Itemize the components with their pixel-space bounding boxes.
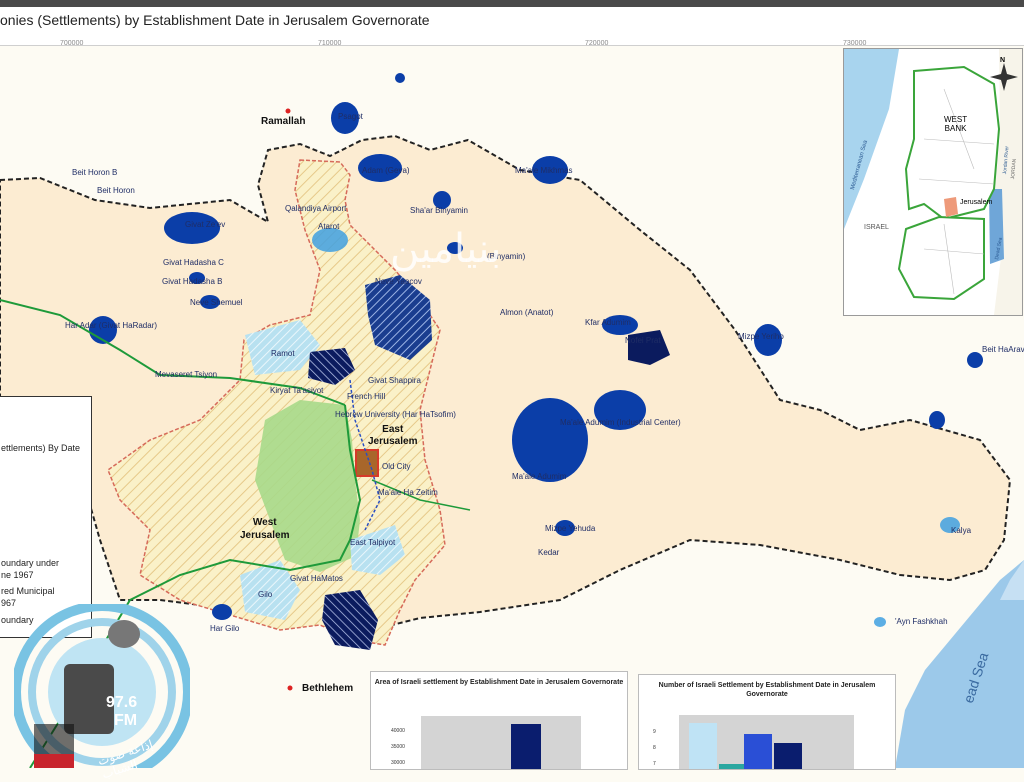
- legend-line: ne 1967: [1, 570, 34, 580]
- logo-frequency: 97.6: [106, 694, 138, 711]
- place-label: Neve Shemuel: [190, 298, 243, 307]
- chart-bar: [689, 723, 717, 769]
- chart-bar: [744, 733, 772, 769]
- place-label: Kfar Adumim: [585, 318, 631, 327]
- place-label: Beit Horon B: [72, 168, 118, 177]
- place-label: Qalandiya Airport: [285, 204, 347, 213]
- inset-jerusalem-label: Jerusalem: [960, 199, 993, 206]
- city-west-jerusalem: West Jerusalem: [240, 517, 290, 541]
- legend-line: oundary under: [1, 558, 60, 568]
- inset-west-bank-label: WEST BANK: [944, 115, 968, 133]
- place-label: 'Ayn Fashkhah: [895, 617, 948, 626]
- place-label: Ramot: [271, 349, 295, 358]
- chart-bar: [511, 724, 541, 769]
- place-label: Almon (Anatot): [500, 308, 554, 317]
- place-label: Kedar: [538, 548, 560, 557]
- chart-bar: [774, 742, 802, 769]
- window-top-strip: [0, 0, 1024, 7]
- y-tick-label: 40000: [391, 728, 405, 734]
- place-label: Mizpe Yeriho: [738, 332, 784, 341]
- place-label: Givat Ze'ev: [185, 220, 226, 229]
- place-label: Sha'ar Binyamin: [410, 206, 468, 215]
- place-label: Gilo: [258, 590, 273, 599]
- y-tick-label: 30000: [391, 760, 405, 766]
- place-label: Adam (Geva): [362, 166, 410, 175]
- chart-bar: [719, 764, 747, 769]
- y-tick-label: 7: [653, 761, 656, 767]
- y-tick-label: 8: [653, 745, 656, 751]
- place-label: Beit HaArava: [982, 345, 1024, 354]
- inset-map: WEST BANK Jerusalem ISRAEL Mediterranean…: [843, 48, 1023, 316]
- place-label: Beit Horon: [97, 186, 135, 195]
- place-label: Psagot: [338, 112, 363, 121]
- inset-israel-label: ISRAEL: [864, 224, 889, 231]
- chart-title: Number of Israeli Settlement by Establis…: [658, 682, 876, 698]
- city-bethlehem: Bethlehem: [302, 683, 354, 694]
- legend-line: red Municipal: [1, 586, 55, 596]
- place-label: Ma'ale Adumim (Industrial Center): [560, 418, 681, 427]
- area-chart: Area of Israeli settlement by Establishm…: [370, 671, 628, 770]
- place-label: Mevaseret Tsiyon: [155, 370, 218, 379]
- north-arrow-icon: N: [1000, 57, 1006, 64]
- place-label: Hebrew University (Har HaTsofim): [335, 410, 456, 419]
- y-tick-label: 35000: [391, 744, 405, 750]
- logo-band: FM: [114, 712, 138, 729]
- title-bar: onies (Settlements) by Establishment Dat…: [0, 7, 1024, 47]
- y-tick-label: 9: [653, 729, 656, 735]
- place-label: Har Adar (Givat HaRadar): [65, 321, 158, 330]
- place-label: Har Gilo: [210, 624, 240, 633]
- chart-plot-area: [421, 716, 581, 769]
- city-ramallah: Ramallah: [261, 116, 306, 127]
- place-label: Givat Shappira: [368, 376, 421, 385]
- place-label: Ma'ale Mikhmas: [515, 166, 573, 175]
- place-label: Ma'ale Ha Zeitim: [378, 488, 438, 497]
- radio-logo: 97.6 FM إذاعة صوت الشباب: [11, 601, 193, 782]
- place-label: Givat HaMatos: [290, 574, 343, 583]
- place-label: Kiryat Ta'asiyot: [270, 386, 324, 395]
- watermark-text: بنيامين: [390, 226, 502, 272]
- chart-title: Area of Israeli settlement by Establishm…: [374, 679, 624, 686]
- place-label: Mizpe Yehuda: [545, 524, 596, 533]
- city-east-jerusalem: East Jerusalem: [368, 424, 418, 447]
- count-chart: Number of Israeli Settlement by Establis…: [638, 674, 896, 770]
- legend-line: ettlements) By Date: [1, 443, 81, 453]
- place-label: Kalya: [951, 526, 972, 535]
- place-label: Atarot: [318, 222, 340, 231]
- place-label: Givat Hadasha B: [162, 277, 223, 286]
- legend-box: ettlements) By Date oundary under ne 196…: [0, 396, 92, 638]
- map-title: onies (Settlements) by Establishment Dat…: [0, 12, 430, 28]
- place-label: Nofei Prat: [625, 336, 661, 345]
- place-label: Neve Yaacov: [375, 277, 422, 286]
- place-label: East Talpiyot: [350, 538, 396, 547]
- place-label: Givat Hadasha C: [163, 258, 224, 267]
- place-label: Ma'ale Adumim: [512, 472, 567, 481]
- place-label: Old City: [382, 462, 411, 471]
- place-label: French Hill: [347, 392, 386, 401]
